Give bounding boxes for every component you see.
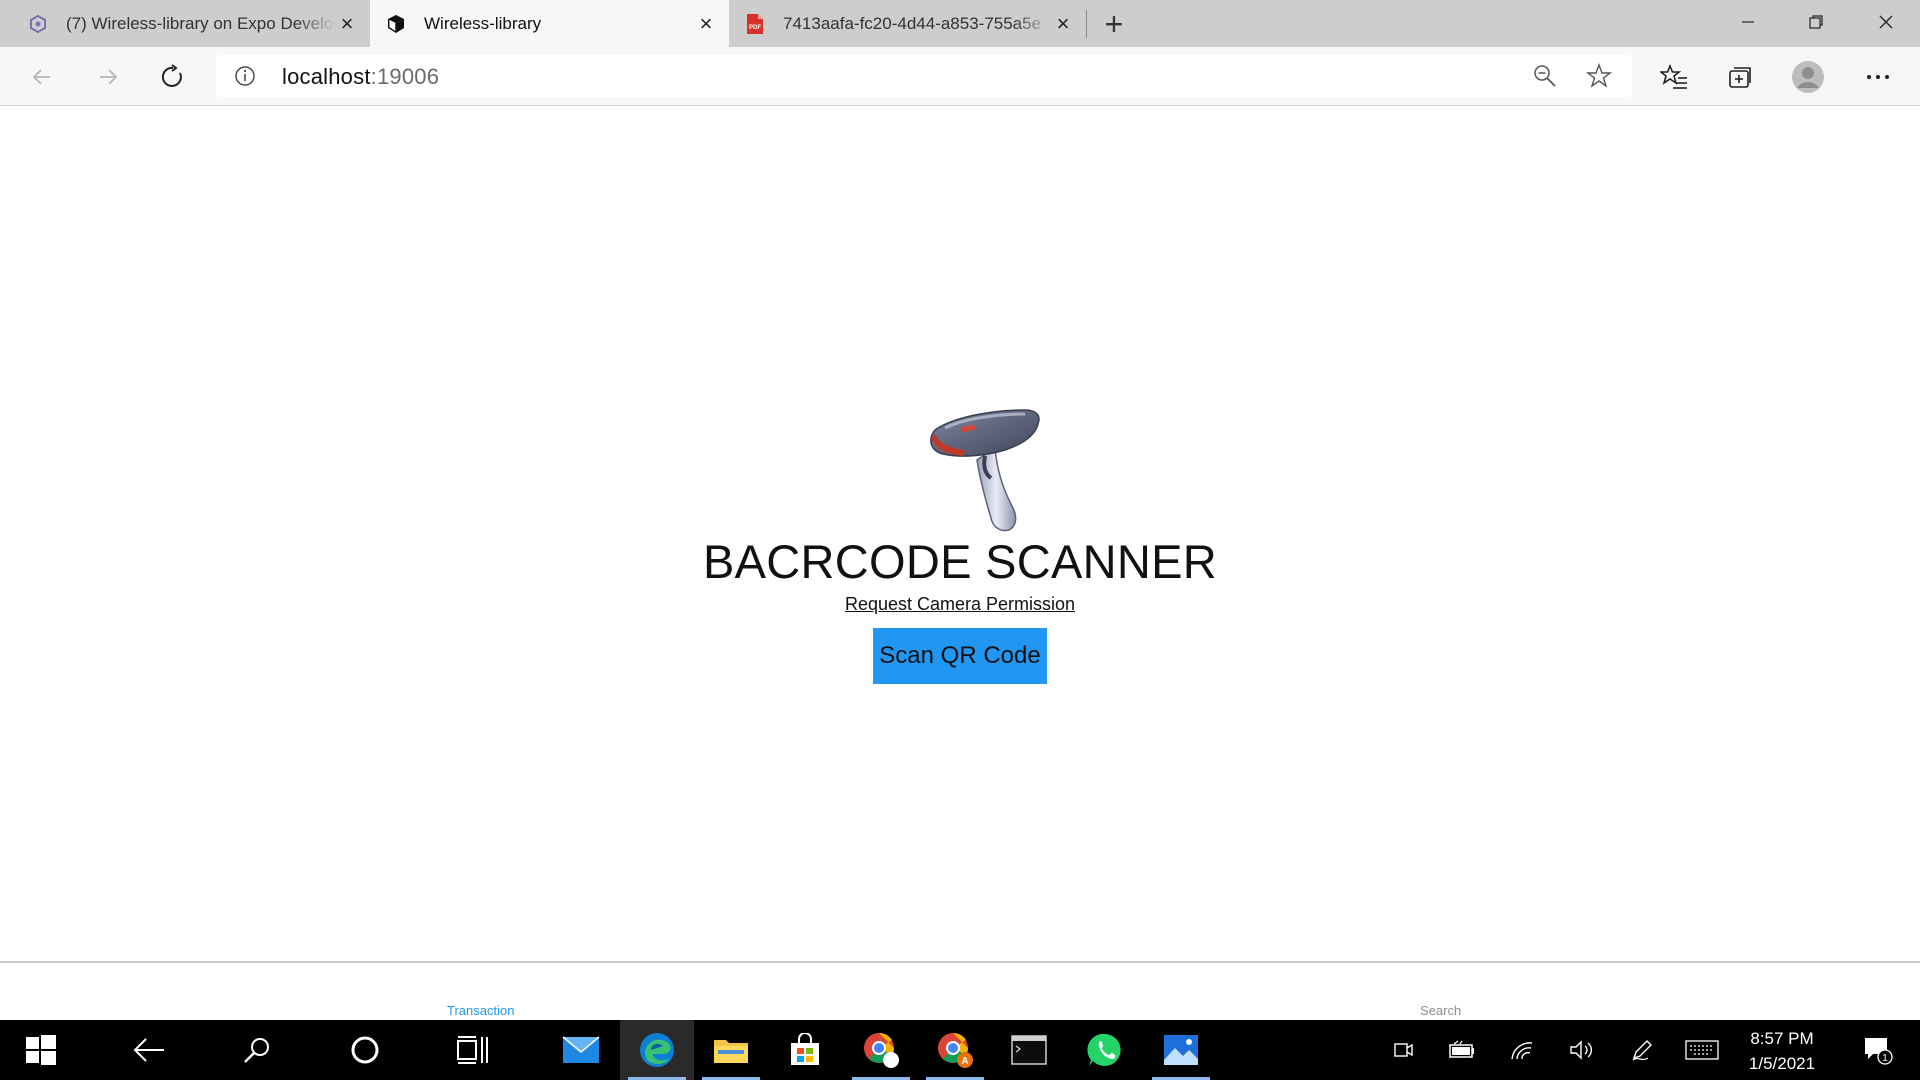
collections-icon [1729,67,1751,88]
search-icon[interactable] [220,1020,294,1080]
battery-icon[interactable] [1446,1020,1478,1080]
pdf-icon: PDF [745,13,765,34]
permission-link-label[interactable]: Request Camera Permission [845,594,1075,614]
url-host: localhost [282,64,371,89]
clock-time: 8:57 PM [1750,1029,1814,1048]
tab-wireless-library[interactable]: Wireless-library × [370,0,729,47]
bottom-tab-divider [0,961,1920,963]
site-info-icon[interactable] [234,65,256,87]
avatar-icon [1792,61,1824,93]
file-explorer-icon[interactable] [694,1020,768,1080]
whatsapp-icon[interactable] [1068,1020,1142,1080]
close-icon[interactable]: × [1052,11,1074,36]
collections-button[interactable] [1720,57,1760,97]
tab-pdf-document[interactable]: PDF 7413aafa-fc20-4d44-a853-755a5e × [729,0,1086,47]
task-view-icon[interactable] [436,1020,510,1080]
wifi-icon[interactable] [1506,1020,1538,1080]
url-port: :19006 [370,64,440,89]
system-clock[interactable]: 8:57 PM 1/5/2021 [1720,1026,1844,1076]
page-title: BACRCODE SCANNER [702,535,1218,588]
favorite-star-icon[interactable] [1585,63,1613,89]
windows-taskbar: A 8:57 PM 1/5/2021 1 [0,1020,1920,1080]
barcode-scanner-icon [925,408,1055,533]
svg-text:A: A [961,1056,968,1067]
bottom-tab-transaction[interactable]: Transaction [447,1003,514,1018]
refresh-button[interactable] [153,57,193,97]
tab-title: 7413aafa-fc20-4d44-a853-755a5e [783,13,1042,33]
close-icon[interactable]: × [336,11,358,36]
favorites-list-icon [1660,64,1687,89]
edge-icon[interactable] [620,1020,694,1080]
mail-icon[interactable] [544,1020,618,1080]
url-text[interactable]: localhost:19006 [282,64,439,90]
forward-arrow-icon [100,69,118,85]
volume-icon[interactable] [1566,1020,1598,1080]
zoom-icon[interactable] [1532,63,1558,89]
tab-title: (7) Wireless-library on Expo Developer [66,13,336,33]
keyboard-icon[interactable] [1684,1020,1720,1080]
notification-center-icon[interactable]: 1 [1858,1020,1898,1080]
notification-count: 1 [1882,1053,1888,1064]
chrome-profile-icon[interactable]: A [918,1020,992,1080]
tab-title: Wireless-library [424,13,542,33]
scan-qr-code-button[interactable]: Scan QR Code [873,628,1047,684]
start-icon[interactable] [4,1020,78,1080]
meet-now-icon[interactable] [1388,1020,1418,1080]
close-window-button[interactable] [1858,0,1914,44]
close-icon[interactable]: × [695,11,717,36]
expo-icon [28,14,48,34]
new-tab-button[interactable]: + [1096,6,1132,42]
more-menu-button[interactable] [1858,57,1898,97]
photos-icon[interactable] [1144,1020,1218,1080]
page-content: BACRCODE SCANNER Request Camera Permissi… [0,106,1920,1020]
bottom-tab-search[interactable]: Search [1420,1003,1461,1018]
svg-text:PDF: PDF [749,25,761,31]
more-dots-icon [1867,75,1889,79]
back-button[interactable] [22,57,62,97]
request-camera-permission-link[interactable]: Request Camera Permission [0,594,1920,615]
favorites-button[interactable] [1654,57,1694,97]
tab-separator [1086,10,1087,38]
refresh-icon [161,64,182,87]
back-arrow-icon [32,69,50,85]
store-icon[interactable] [768,1020,842,1080]
profile-button[interactable] [1788,57,1828,97]
address-bar[interactable]: localhost:19006 [216,55,1632,97]
clock-date: 1/5/2021 [1748,1054,1816,1073]
minimize-button[interactable] [1720,0,1776,44]
tab-expo-developer[interactable]: (7) Wireless-library on Expo Developer × [0,0,370,47]
browser-toolbar: localhost:19006 [0,47,1920,106]
tab-strip: (7) Wireless-library on Expo Developer ×… [0,0,1920,47]
chrome-icon[interactable] [844,1020,918,1080]
cortana-icon[interactable] [328,1020,402,1080]
expo-cube-icon [386,14,406,34]
forward-button[interactable] [88,57,128,97]
terminal-icon[interactable] [992,1020,1066,1080]
pen-icon[interactable] [1626,1020,1658,1080]
restore-button[interactable] [1788,0,1844,44]
back-icon[interactable] [112,1020,186,1080]
